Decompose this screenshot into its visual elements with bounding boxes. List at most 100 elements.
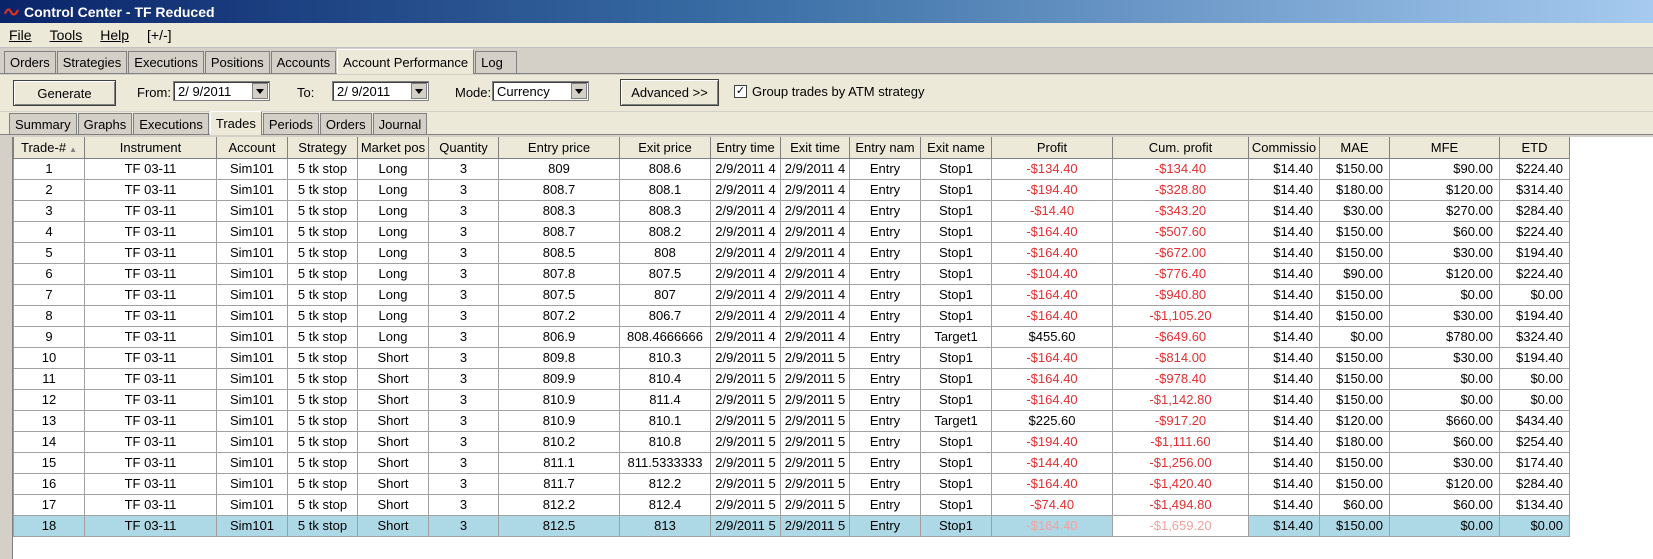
chevron-down-icon[interactable] — [252, 83, 268, 99]
table-cell: 3 — [428, 346, 499, 369]
table-row[interactable]: 8 TF 03-11 Sim101 5 tk stop Long 3 807.2 806.7 2… — [13, 304, 1570, 327]
table-cell: 3 — [428, 409, 499, 432]
column-header[interactable]: MFE — [1389, 137, 1500, 159]
title-bar: Control Center - TF Reduced — [0, 0, 1653, 23]
table-row[interactable]: 17 TF 03-11 Sim101 5 tk stop Short 3 812.2 812.… — [13, 493, 1570, 516]
column-header[interactable]: ETD — [1499, 137, 1570, 159]
column-header[interactable]: Profit — [991, 137, 1113, 159]
column-header[interactable]: Exit price — [619, 137, 711, 159]
table-cell: Entry — [849, 262, 921, 285]
table-row[interactable]: 4 TF 03-11 Sim101 5 tk stop Long 3 808.7 808.2 2… — [13, 220, 1570, 243]
table-cell: $60.00 — [1389, 430, 1500, 453]
table-cell: 808.2 — [619, 220, 711, 243]
tab-accounts[interactable]: Accounts — [270, 51, 337, 73]
to-date-picker[interactable]: 2/ 9/2011 — [332, 81, 429, 101]
from-date-picker[interactable]: 2/ 9/2011 — [173, 81, 270, 101]
tab-executions[interactable]: Executions — [128, 51, 204, 73]
table-cell: $224.40 — [1499, 262, 1570, 285]
table-row[interactable]: 10 TF 03-11 Sim101 5 tk stop Short 3 809.8 810.… — [13, 346, 1570, 369]
tab-log[interactable]: Log — [475, 51, 518, 73]
tab-sub-orders[interactable]: Orders — [319, 113, 372, 134]
table-cell: 2/9/2011 5 — [710, 493, 781, 516]
column-header[interactable]: Trade-# ▲ — [13, 137, 85, 159]
table-row[interactable]: 13 TF 03-11 Sim101 5 tk stop Short 3 810.9 810.… — [13, 409, 1570, 432]
table-cell: Sim101 — [216, 430, 288, 453]
table-cell: 3 — [428, 199, 499, 222]
table-row[interactable]: 5 TF 03-11 Sim101 5 tk stop Long 3 808.5 808 2/9… — [13, 241, 1570, 264]
table-cell: Entry — [849, 388, 921, 411]
table-cell: $314.40 — [1499, 178, 1570, 201]
table-cell: $14.40 — [1248, 388, 1320, 411]
table-cell: -$343.20 — [1112, 199, 1249, 222]
table-cell: $284.40 — [1499, 472, 1570, 495]
column-header[interactable]: Entry nam — [849, 137, 921, 159]
table-cell: 2/9/2011 4 — [710, 262, 781, 285]
tab-periods[interactable]: Periods — [262, 113, 319, 134]
column-header[interactable]: Account — [216, 137, 288, 159]
table-row[interactable]: 7 TF 03-11 Sim101 5 tk stop Long 3 807.5 807 2/9… — [13, 283, 1570, 306]
chevron-down-icon[interactable] — [571, 83, 587, 99]
table-row[interactable]: 14 TF 03-11 Sim101 5 tk stop Short 3 810.2 810.… — [13, 430, 1570, 453]
column-header-label: Exit time — [790, 139, 840, 155]
column-header[interactable]: Instrument — [84, 137, 217, 159]
trades-grid[interactable]: Trade-# ▲ Instrument Account Strategy Market … — [12, 137, 1653, 559]
table-row[interactable]: 3 TF 03-11 Sim101 5 tk stop Long 3 808.3 808.3 2… — [13, 199, 1570, 222]
column-header[interactable]: Strategy — [287, 137, 358, 159]
column-header[interactable]: Commissio — [1248, 137, 1320, 159]
table-cell: $0.00 — [1499, 388, 1570, 411]
tab-summary[interactable]: Summary — [9, 113, 77, 134]
table-cell: 2/9/2011 4 — [710, 241, 781, 264]
column-header[interactable]: MAE — [1319, 137, 1390, 159]
menu-expand-collapse[interactable]: [+/-] — [138, 27, 181, 43]
menu-help[interactable]: Help — [91, 27, 138, 43]
table-row[interactable]: 1 TF 03-11 Sim101 5 tk stop Long 3 809 808.6 2/9… — [13, 157, 1570, 180]
column-header[interactable]: Exit name — [920, 137, 992, 159]
table-cell: Stop1 — [920, 283, 992, 306]
column-header-label: Exit price — [638, 139, 692, 155]
column-header[interactable]: Market pos — [357, 137, 429, 159]
table-cell: Sim101 — [216, 451, 288, 474]
table-row[interactable]: 6 TF 03-11 Sim101 5 tk stop Long 3 807.8 807.5 2… — [13, 262, 1570, 285]
generate-button[interactable]: Generate — [13, 80, 116, 106]
table-row[interactable]: 16 TF 03-11 Sim101 5 tk stop Short 3 811.7 812.… — [13, 472, 1570, 495]
table-cell: 3 — [428, 220, 499, 243]
table-cell: $150.00 — [1319, 220, 1390, 243]
chevron-down-icon[interactable] — [411, 83, 427, 99]
tab-graphs[interactable]: Graphs — [77, 113, 133, 134]
menu-tools[interactable]: Tools — [41, 27, 92, 43]
group-trades-checkbox[interactable]: ✓ — [734, 85, 747, 98]
table-row[interactable]: 2 TF 03-11 Sim101 5 tk stop Long 3 808.7 808.1 2… — [13, 178, 1570, 201]
table-cell: 810.1 — [619, 409, 711, 432]
tab-positions[interactable]: Positions — [204, 51, 270, 73]
column-header[interactable]: Quantity — [428, 137, 499, 159]
table-cell: 808.4666666 — [619, 325, 711, 348]
advanced-button[interactable]: Advanced >> — [620, 79, 719, 106]
table-row[interactable]: 18 TF 03-11 Sim101 5 tk stop Short 3 812.5 813 2… — [13, 514, 1570, 537]
column-header[interactable]: Cum. profit — [1112, 137, 1249, 159]
table-row[interactable]: 12 TF 03-11 Sim101 5 tk stop Short 3 810.9 811.… — [13, 388, 1570, 411]
tab-sub-executions[interactable]: Executions — [133, 113, 209, 134]
table-cell: -$164.40 — [991, 514, 1113, 537]
table-row[interactable]: 15 TF 03-11 Sim101 5 tk stop Short 3 811.1 811.… — [13, 451, 1570, 474]
tab-strategies[interactable]: Strategies — [56, 51, 128, 73]
table-cell: Stop1 — [920, 346, 992, 369]
menu-file[interactable]: File — [0, 27, 41, 43]
table-cell: Stop1 — [920, 178, 992, 201]
table-cell: 811.5333333 — [619, 451, 711, 474]
tab-orders[interactable]: Orders — [4, 51, 56, 73]
tab-journal[interactable]: Journal — [372, 113, 428, 134]
table-cell: 2/9/2011 5 — [710, 346, 781, 369]
column-header[interactable]: Entry price — [498, 137, 620, 159]
table-cell: $30.00 — [1319, 199, 1390, 222]
mode-select[interactable]: Currency — [492, 81, 589, 101]
table-row[interactable]: 11 TF 03-11 Sim101 5 tk stop Short 3 809.9 810.… — [13, 367, 1570, 390]
table-row[interactable]: 9 TF 03-11 Sim101 5 tk stop Long 3 806.9 808.46… — [13, 325, 1570, 348]
column-header-label: Cum. profit — [1148, 139, 1213, 155]
column-header[interactable]: Exit time — [780, 137, 850, 159]
table-cell: -$1,111.60 — [1112, 430, 1249, 453]
tab-trades[interactable]: Trades — [209, 111, 262, 135]
table-cell: $150.00 — [1319, 241, 1390, 264]
table-cell: $30.00 — [1389, 451, 1500, 474]
column-header[interactable]: Entry time — [710, 137, 781, 159]
tab-account-performance[interactable]: Account Performance — [337, 49, 475, 74]
